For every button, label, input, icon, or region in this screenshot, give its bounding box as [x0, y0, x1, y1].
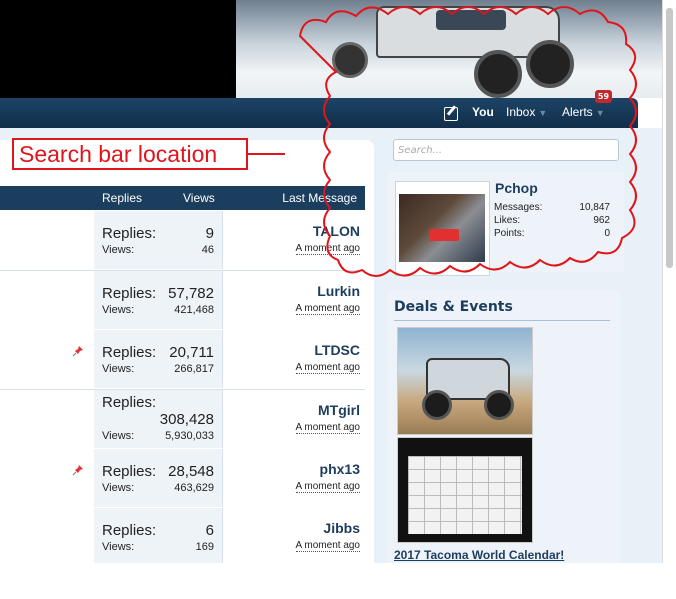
thread-stats: Replies: 57,782 Views: 421,468	[94, 271, 223, 329]
alerts-count-badge: 59	[595, 90, 612, 103]
table-row[interactable]: Replies: 9 Views: 46 TALON A moment ago	[0, 211, 365, 271]
points-value: 0	[604, 228, 610, 239]
col-replies[interactable]: Replies	[102, 191, 142, 205]
username-link[interactable]: Pchop	[495, 180, 538, 196]
thread-table-header: Replies Views Last Message	[0, 186, 365, 210]
truck-wheel	[474, 50, 522, 98]
last-poster-link[interactable]: phx13	[320, 461, 360, 477]
thread-stats: Replies: 20,711 Views: 266,817	[94, 330, 223, 388]
last-post-time[interactable]: A moment ago	[295, 422, 360, 434]
pin-icon	[72, 346, 83, 357]
spare-tire	[332, 42, 368, 78]
views-label: Views:	[102, 304, 135, 316]
dropdown-arrow-icon: ▼	[595, 108, 605, 118]
page: You Inbox ▼ Alerts ▼ 59 Replies Views Last…	[0, 0, 676, 599]
views-value: 421,468	[174, 304, 214, 316]
scrollbar[interactable]	[662, 0, 676, 563]
replies-label: Replies:	[102, 225, 157, 242]
messages-value: 10,847	[579, 202, 610, 213]
page-bottom	[0, 563, 676, 599]
likes-value: 962	[593, 215, 610, 226]
views-value: 5,930,033	[165, 430, 214, 442]
replies-value: 28,548	[168, 463, 214, 480]
deals-title: Deals & Events	[394, 299, 513, 315]
replies-value: 6	[205, 522, 214, 539]
views-label: Views:	[102, 430, 135, 442]
replies-value: 308,428	[159, 411, 214, 428]
avatar-image	[399, 194, 485, 262]
views-label: Views:	[102, 363, 135, 375]
views-value: 266,817	[174, 363, 214, 375]
last-poster-link[interactable]: MTgirl	[318, 402, 360, 418]
points-label: Points:	[494, 228, 525, 239]
nav-you[interactable]: You	[472, 105, 494, 119]
nav-alerts[interactable]: Alerts ▼	[562, 105, 605, 119]
annotation-connector	[248, 153, 285, 155]
nav-inbox[interactable]: Inbox ▼	[506, 105, 547, 119]
dropdown-arrow-icon: ▼	[538, 108, 548, 118]
last-post-time[interactable]: A moment ago	[295, 243, 360, 255]
compose-icon[interactable]	[444, 107, 458, 121]
table-row[interactable]: Replies: 20,711 Views: 266,817 LTDSC A m…	[0, 330, 365, 390]
last-post-time[interactable]: A moment ago	[295, 540, 360, 552]
truck-wheel	[422, 390, 452, 420]
replies-value: 20,711	[169, 344, 214, 361]
table-row[interactable]: Replies: 28,548 Views: 463,629 phx13 A m…	[0, 449, 365, 509]
views-label: Views:	[102, 244, 135, 256]
messages-label: Messages:	[494, 202, 543, 213]
last-poster-link[interactable]: TALON	[313, 223, 360, 239]
table-row[interactable]: Replies: 6 Views: 169 Jibbs A moment ago	[0, 508, 365, 568]
calendar-link[interactable]: 2017 Tacoma World Calendar!	[394, 548, 564, 562]
thread-stats: Replies: 6 Views: 169	[94, 508, 223, 566]
last-post-time[interactable]: A moment ago	[295, 362, 360, 374]
replies-label: Replies:	[102, 285, 157, 302]
truck-wheel	[484, 390, 514, 420]
pin-icon	[72, 465, 83, 476]
thread-stats: Replies: 28,548 Views: 463,629	[94, 449, 223, 507]
annotation-callout: Search bar location	[12, 138, 248, 170]
table-row[interactable]: Replies: 308,428 Views: 5,930,033 MTgirl…	[0, 390, 365, 450]
deal-truck-image[interactable]	[397, 327, 533, 435]
last-poster-link[interactable]: Lurkin	[317, 283, 360, 299]
replies-label: Replies:	[102, 463, 157, 480]
replies-value: 57,782	[168, 285, 214, 302]
replies-label: Replies:	[102, 394, 157, 411]
views-label: Views:	[102, 541, 135, 553]
col-last-message[interactable]: Last Message	[282, 191, 357, 205]
header-truck-photo	[236, 0, 662, 98]
last-poster-link[interactable]: Jibbs	[323, 520, 360, 536]
col-views[interactable]: Views	[183, 191, 215, 205]
views-value: 169	[195, 541, 214, 553]
thread-stats: Replies: 308,428 Views: 5,930,033	[94, 390, 223, 448]
nav-inbox-label: Inbox	[506, 105, 536, 119]
calendar-image[interactable]	[397, 437, 533, 543]
last-poster-link[interactable]: LTDSC	[314, 342, 360, 358]
views-label: Views:	[102, 482, 135, 494]
search-input[interactable]: Search...	[393, 139, 619, 161]
site-header-banner	[0, 0, 662, 98]
truck-window	[436, 10, 506, 30]
likes-label: Likes:	[494, 215, 521, 226]
replies-value: 9	[205, 225, 214, 242]
last-post-time[interactable]: A moment ago	[295, 481, 360, 493]
replies-label: Replies:	[102, 344, 157, 361]
calendar-grid	[408, 456, 522, 534]
replies-label: Replies:	[102, 522, 157, 539]
views-value: 463,629	[174, 482, 214, 494]
table-row[interactable]: Replies: 57,782 Views: 421,468 Lurkin A …	[0, 271, 365, 331]
truck-wheel	[526, 40, 574, 88]
views-value: 46	[201, 244, 214, 256]
thread-stats: Replies: 9 Views: 46	[94, 211, 223, 269]
last-post-time[interactable]: A moment ago	[295, 303, 360, 315]
scrollbar-thumb[interactable]	[666, 8, 673, 268]
nav-alerts-label: Alerts	[562, 105, 593, 119]
divider	[394, 320, 610, 321]
avatar[interactable]	[395, 181, 490, 276]
